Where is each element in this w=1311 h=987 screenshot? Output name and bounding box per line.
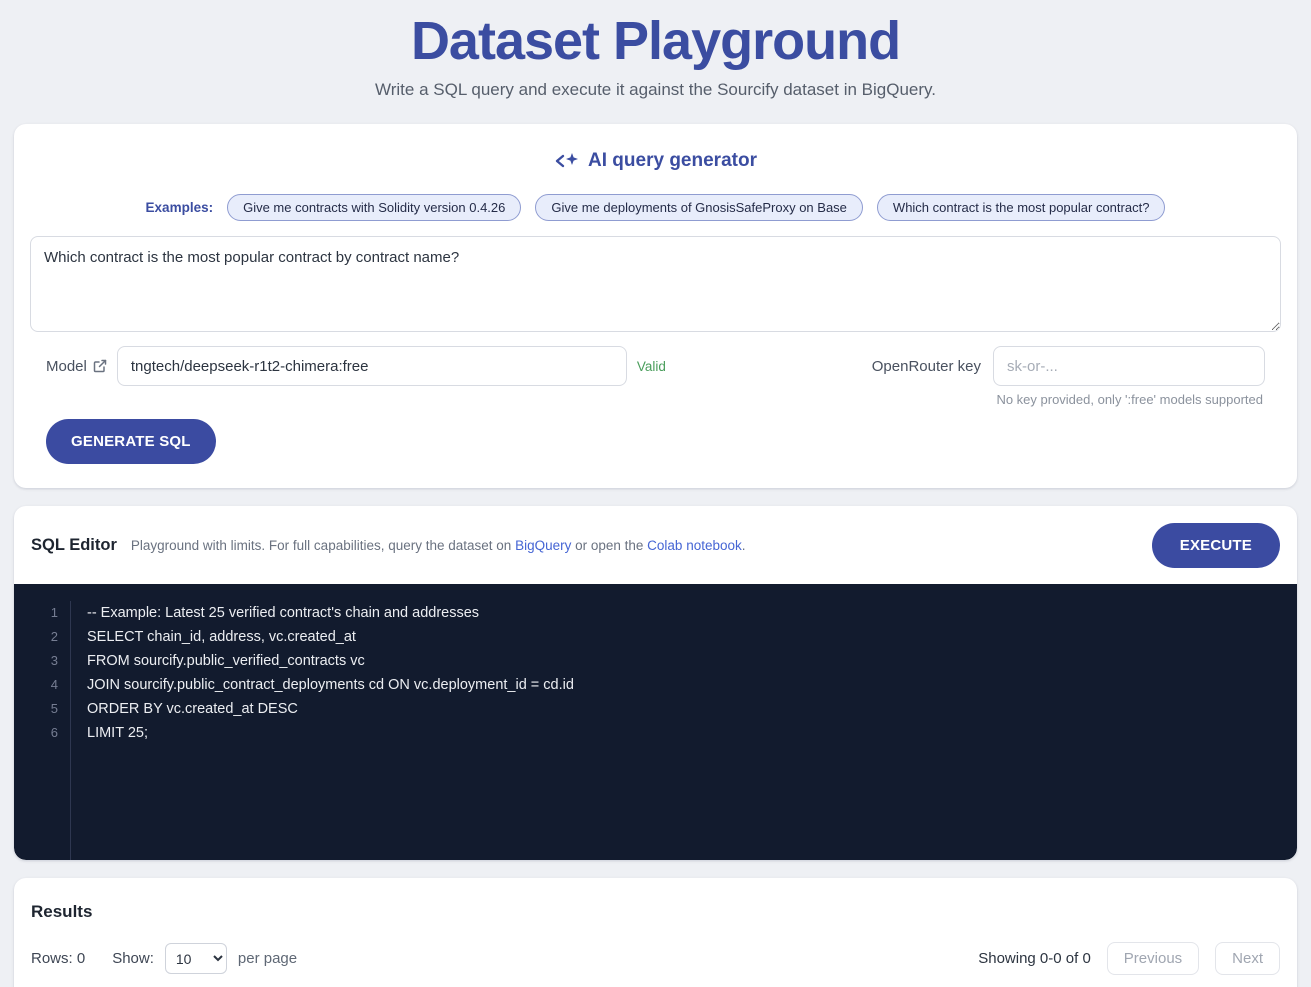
execute-button[interactable]: EXECUTE	[1152, 523, 1280, 568]
per-page-label: per page	[238, 950, 297, 967]
code-line[interactable]: -- Example: Latest 25 verified contract'…	[87, 601, 574, 625]
show-label: Show:	[112, 950, 154, 967]
line-number: 5	[14, 697, 58, 721]
bigquery-link[interactable]: BigQuery	[515, 538, 571, 553]
code-line[interactable]: LIMIT 25;	[87, 721, 574, 745]
code-sparkle-icon	[554, 152, 580, 170]
openrouter-key-label: OpenRouter key	[872, 358, 981, 375]
examples-row: Examples: Give me contracts with Solidit…	[30, 194, 1281, 221]
rows-count: Rows: 0	[31, 950, 85, 967]
page-size-select[interactable]: 10	[165, 943, 227, 974]
editor-desc-mid: or open the	[571, 538, 647, 553]
page-title: Dataset Playground	[0, 6, 1311, 76]
showing-range: Showing 0-0 of 0	[978, 950, 1091, 967]
results-title: Results	[31, 902, 1280, 922]
colab-notebook-link[interactable]: Colab notebook	[647, 538, 742, 553]
sql-editor-header: SQL Editor Playground with limits. For f…	[14, 506, 1297, 584]
generator-header: AI query generator	[30, 150, 1281, 172]
code-lines[interactable]: -- Example: Latest 25 verified contract'…	[71, 601, 574, 860]
model-input[interactable]	[117, 346, 627, 386]
example-pill-solidity-version[interactable]: Give me contracts with Solidity version …	[227, 194, 521, 221]
sql-code-editor[interactable]: 1 2 3 4 5 6 -- Example: Latest 25 verifi…	[14, 584, 1297, 860]
line-number: 2	[14, 625, 58, 649]
code-line[interactable]: ORDER BY vc.created_at DESC	[87, 697, 574, 721]
example-pill-most-popular[interactable]: Which contract is the most popular contr…	[877, 194, 1166, 221]
line-number: 1	[14, 601, 58, 625]
model-label: Model	[46, 358, 107, 375]
key-note: No key provided, only ':free' models sup…	[30, 392, 1263, 407]
examples-label: Examples:	[146, 200, 214, 215]
line-number: 4	[14, 673, 58, 697]
code-line[interactable]: JOIN sourcify.public_contract_deployment…	[87, 673, 574, 697]
editor-desc-pre: Playground with limits. For full capabil…	[131, 538, 515, 553]
external-link-icon[interactable]	[93, 359, 107, 373]
model-row: Model Valid OpenRouter key	[46, 346, 1265, 386]
page-header: Dataset Playground Write a SQL query and…	[0, 0, 1311, 100]
generator-title: AI query generator	[588, 150, 757, 172]
ai-query-generator-card: AI query generator Examples: Give me con…	[14, 124, 1297, 488]
sql-editor-description: Playground with limits. For full capabil…	[131, 538, 746, 553]
code-line[interactable]: SELECT chain_id, address, vc.created_at	[87, 625, 574, 649]
next-button[interactable]: Next	[1215, 942, 1280, 975]
line-number: 3	[14, 649, 58, 673]
sql-editor-title: SQL Editor	[31, 536, 117, 555]
example-pill-gnosissafeproxy[interactable]: Give me deployments of GnosisSafeProxy o…	[535, 194, 863, 221]
line-number-gutter: 1 2 3 4 5 6	[14, 601, 71, 860]
model-label-text: Model	[46, 358, 87, 375]
previous-button[interactable]: Previous	[1107, 942, 1199, 975]
results-controls: Rows: 0 Show: 10 per page Showing 0-0 of…	[31, 942, 1280, 975]
code-line[interactable]: FROM sourcify.public_verified_contracts …	[87, 649, 574, 673]
line-number: 6	[14, 721, 58, 745]
model-valid-status: Valid	[637, 359, 666, 374]
openrouter-key-input[interactable]	[993, 346, 1265, 386]
results-card: Results Rows: 0 Show: 10 per page Showin…	[14, 878, 1297, 987]
prompt-textarea[interactable]: Which contract is the most popular contr…	[30, 236, 1281, 332]
page-subtitle: Write a SQL query and execute it against…	[0, 80, 1311, 100]
generate-sql-button[interactable]: GENERATE SQL	[46, 419, 216, 464]
editor-desc-end: .	[742, 538, 746, 553]
sql-editor-card: SQL Editor Playground with limits. For f…	[14, 506, 1297, 860]
